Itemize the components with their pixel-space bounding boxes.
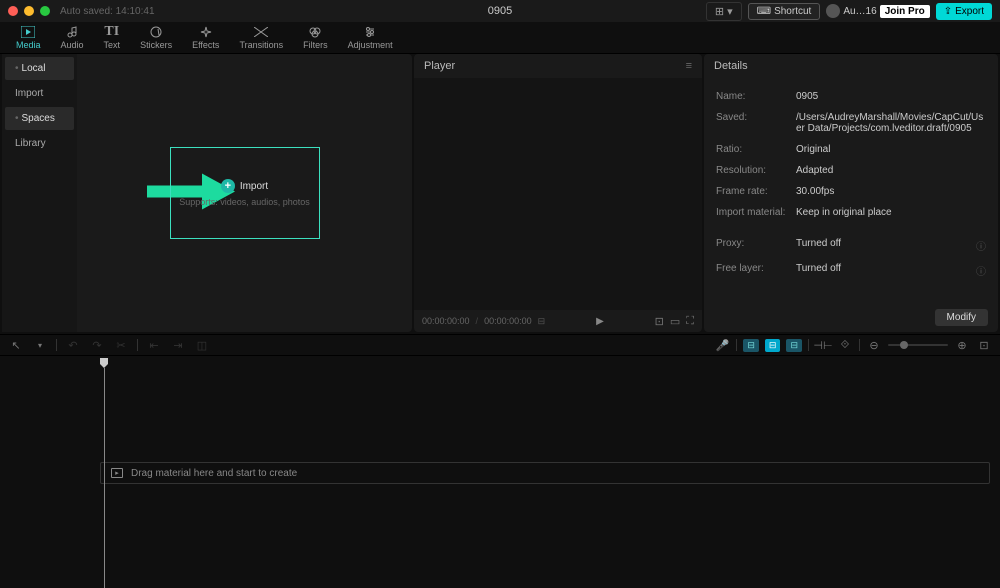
ratio-icon[interactable]: ▭	[670, 315, 680, 328]
redo-button[interactable]: ↷	[89, 337, 105, 353]
sidebar-item-local[interactable]: •Local	[5, 57, 74, 80]
details-panel: Details Name:0905 Saved:/Users/AudreyMar…	[704, 54, 998, 332]
tab-text[interactable]: TI Text	[94, 22, 131, 53]
layout-button[interactable]: ⊞ ▾	[706, 2, 742, 21]
delete-left-button[interactable]: ⇤	[146, 337, 162, 353]
details-header: Details	[704, 54, 998, 78]
detail-name: Name:0905	[716, 86, 986, 107]
link-icon[interactable]: ⟐	[837, 337, 853, 353]
sidebar-item-import[interactable]: Import	[5, 82, 74, 105]
shortcut-button[interactable]: ⌨ Shortcut	[748, 3, 821, 20]
undo-button[interactable]: ↶	[65, 337, 81, 353]
stickers-icon	[150, 25, 162, 39]
sidebar-item-spaces[interactable]: •Spaces	[5, 107, 74, 130]
media-icon	[21, 25, 35, 39]
player-panel: Player ≡ 00:00:00:00 / 00:00:00:00 ⊟ ▶ ⊡…	[414, 54, 702, 332]
split-button[interactable]: ✂	[113, 337, 129, 353]
sidebar-item-library[interactable]: Library	[5, 132, 74, 155]
modify-button[interactable]: Modify	[935, 309, 988, 326]
dropdown-icon[interactable]: ▾	[32, 337, 48, 353]
filters-icon	[309, 25, 321, 39]
effects-icon	[200, 25, 212, 39]
detail-saved: Saved:/Users/AudreyMarshall/Movies/CapCu…	[716, 107, 986, 139]
minimize-window-button[interactable]	[24, 6, 34, 16]
traffic-lights	[8, 6, 50, 16]
titlebar: Auto saved: 14:10:41 0905 ⊞ ▾ ⌨ Shortcut…	[0, 0, 1000, 22]
zoom-fit-icon[interactable]: ⊡	[976, 337, 992, 353]
empty-track[interactable]: ▸ Drag material here and start to create	[100, 462, 990, 484]
fullscreen-icon[interactable]: ⛶	[686, 315, 694, 328]
detail-ratio: Ratio:Original	[716, 139, 986, 160]
timeline-toolbar: ↖ ▾ ↶ ↷ ✂ ⇤ ⇥ ◫ 🎤 ⊟ ⊟ ⊟ ⊣⊢ ⟐ ⊖ ⊕ ⊡	[0, 334, 1000, 356]
tab-adjustment[interactable]: Adjustment	[338, 22, 403, 53]
autosave-status: Auto saved: 14:10:41	[60, 6, 155, 17]
maximize-window-button[interactable]	[40, 6, 50, 16]
adjustment-icon	[364, 25, 376, 39]
tab-transitions[interactable]: Transitions	[229, 22, 293, 53]
detail-freelayer: Free layer:Turned offⓘ	[716, 258, 986, 283]
tab-media[interactable]: Media	[6, 22, 51, 53]
zoom-in-icon[interactable]: ⊕	[954, 337, 970, 353]
player-header: Player ≡	[414, 54, 702, 78]
track-mode-2[interactable]: ⊟	[765, 339, 781, 352]
detail-proxy: Proxy:Turned offⓘ	[716, 233, 986, 258]
export-icon: ⇪	[944, 6, 952, 17]
track-mode-1[interactable]: ⊟	[743, 339, 759, 352]
project-title: 0905	[488, 5, 512, 17]
detail-import-material: Import material:Keep in original place	[716, 202, 986, 223]
text-icon: TI	[104, 25, 119, 39]
detail-framerate: Frame rate:30.00fps	[716, 181, 986, 202]
crop-button[interactable]: ◫	[194, 337, 210, 353]
export-button[interactable]: ⇪ Export	[936, 3, 992, 20]
player-controls: 00:00:00:00 / 00:00:00:00 ⊟ ▶ ⊡ ▭ ⛶	[414, 310, 702, 332]
compare-icon[interactable]: ⊟	[538, 316, 546, 327]
keyboard-icon: ⌨	[757, 6, 771, 17]
time-total: 00:00:00:00	[484, 316, 532, 326]
scale-icon[interactable]: ⊡	[655, 315, 664, 328]
player-viewport[interactable]	[414, 78, 702, 310]
tab-audio[interactable]: Audio	[51, 22, 94, 53]
media-panel: •Local Import •Spaces Library + Import S…	[2, 54, 412, 332]
selection-tool[interactable]: ↖	[8, 337, 24, 353]
track-icon: ▸	[111, 468, 123, 478]
transitions-icon	[254, 25, 268, 39]
detail-resolution: Resolution:Adapted	[716, 160, 986, 181]
zoom-out-icon[interactable]: ⊖	[866, 337, 882, 353]
join-pro-button[interactable]: Join Pro	[880, 5, 930, 18]
close-window-button[interactable]	[8, 6, 18, 16]
info-icon[interactable]: ⓘ	[976, 263, 986, 278]
media-content: + Import Supports: videos, audios, photo…	[77, 54, 412, 332]
track-mode-3[interactable]: ⊟	[786, 339, 802, 352]
mic-icon[interactable]: 🎤	[714, 337, 730, 353]
tab-filters[interactable]: Filters	[293, 22, 338, 53]
main-toolbar: Media Audio TI Text Stickers Effects Tra…	[0, 22, 1000, 54]
playhead[interactable]	[100, 358, 108, 588]
timeline[interactable]: ▸ Drag material here and start to create	[0, 356, 1000, 484]
tab-effects[interactable]: Effects	[182, 22, 229, 53]
avatar	[826, 4, 840, 18]
audio-icon	[66, 25, 78, 39]
info-icon[interactable]: ⓘ	[976, 238, 986, 253]
import-dropzone[interactable]: + Import Supports: videos, audios, photo…	[170, 147, 320, 239]
delete-right-button[interactable]: ⇥	[170, 337, 186, 353]
time-current: 00:00:00:00	[422, 316, 470, 326]
zoom-slider[interactable]	[888, 344, 948, 346]
magnet-icon[interactable]: ⊣⊢	[815, 337, 831, 353]
tab-stickers[interactable]: Stickers	[130, 22, 182, 53]
user-badge[interactable]: Au…16 Join Pro	[826, 4, 929, 18]
play-button[interactable]: ▶	[596, 316, 604, 327]
plus-icon: +	[221, 179, 235, 193]
menu-icon[interactable]: ≡	[686, 60, 692, 72]
media-sidebar: •Local Import •Spaces Library	[2, 54, 77, 332]
